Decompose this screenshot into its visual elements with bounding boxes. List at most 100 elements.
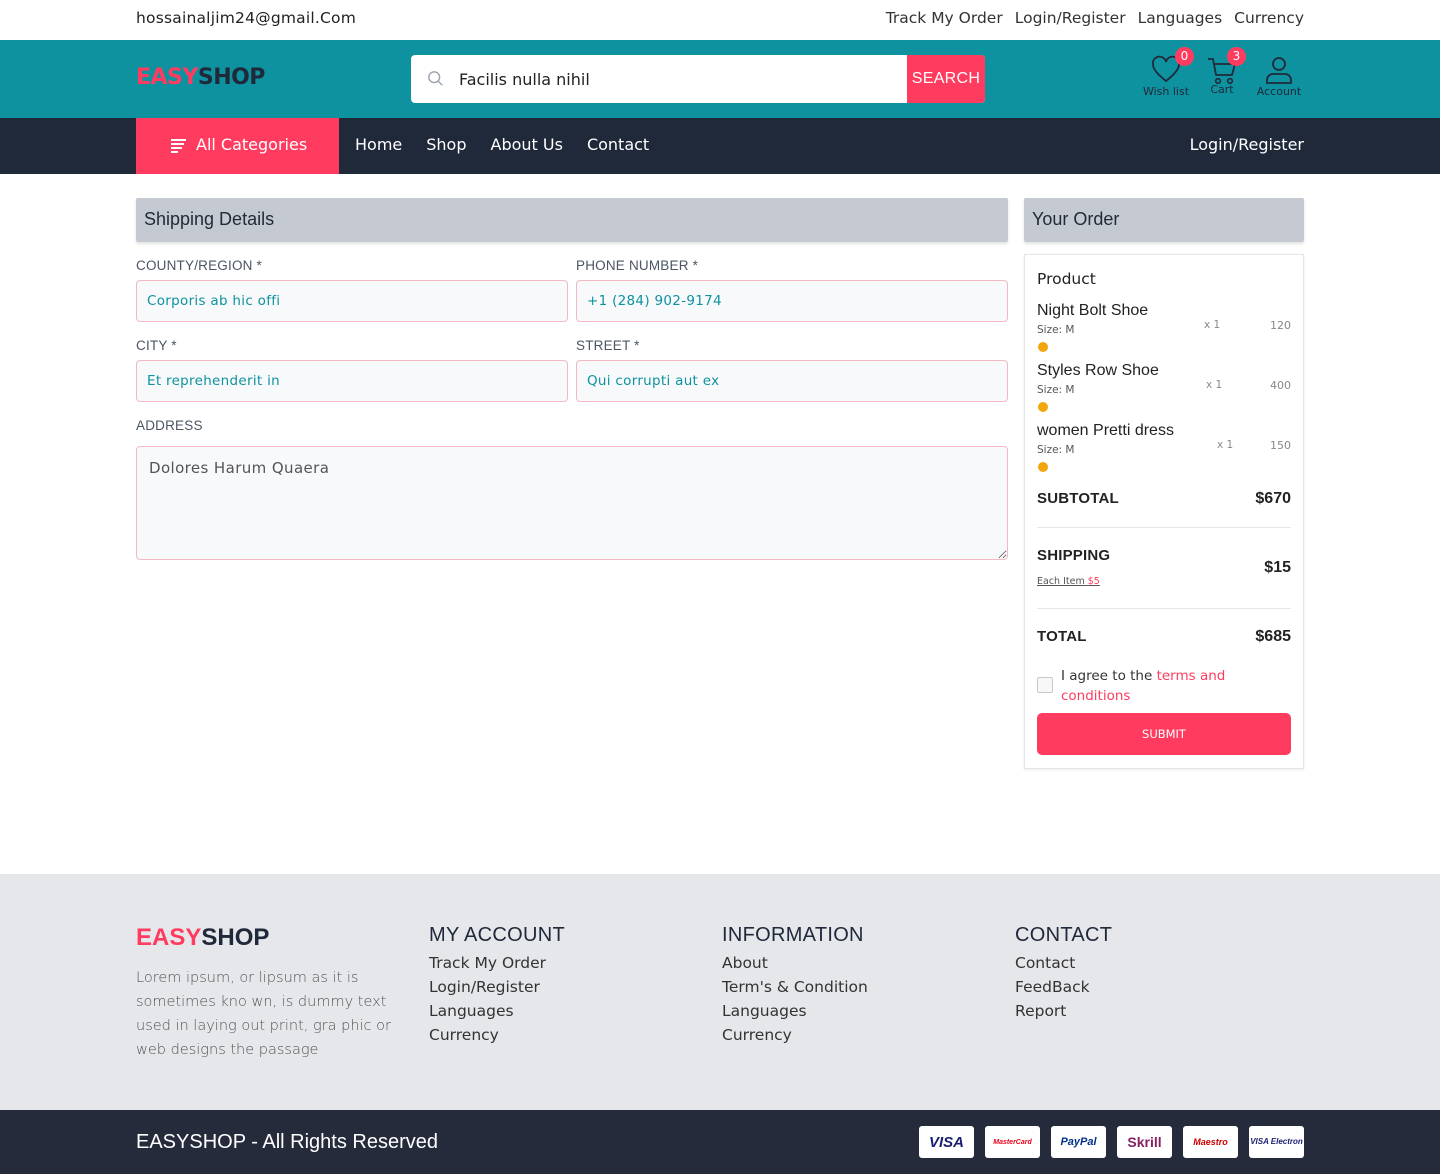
footer-col-information: INFORMATION About Term's & Condition Lan… bbox=[722, 924, 868, 1047]
shipping-label: SHIPPING bbox=[1037, 547, 1111, 564]
footer-link[interactable]: Contact bbox=[1015, 951, 1112, 975]
nav-login-register[interactable]: Login/Register bbox=[1190, 135, 1304, 154]
county-label: COUNTY/REGION * bbox=[136, 258, 263, 273]
search-bar: SEARCH bbox=[411, 55, 985, 103]
login-register-link[interactable]: Login/Register bbox=[1015, 9, 1126, 27]
cart-button[interactable]: Cart 3 bbox=[1203, 47, 1246, 100]
logo-easy: EASY bbox=[136, 65, 198, 90]
item-name: women Pretti dress bbox=[1037, 422, 1174, 439]
visa-card-icon: VISA bbox=[919, 1126, 974, 1158]
wishlist-label: Wish list bbox=[1142, 85, 1190, 98]
copyright-text: EASYSHOP - All Rights Reserved bbox=[136, 1131, 438, 1153]
item-qty: x 1 bbox=[1206, 379, 1223, 391]
main-header: EASYSHOP SEARCH Wish list 0 Cart 3 Accou… bbox=[0, 40, 1440, 118]
item-color-swatch bbox=[1038, 402, 1048, 412]
product-heading: Product bbox=[1037, 270, 1096, 288]
all-categories-button[interactable]: All Categories bbox=[136, 118, 339, 174]
submit-button[interactable]: SUBMIT bbox=[1037, 713, 1291, 755]
terms-checkbox[interactable] bbox=[1037, 677, 1053, 693]
subtotal-label: SUBTOTAL bbox=[1037, 490, 1119, 507]
nav-contact[interactable]: Contact bbox=[587, 135, 649, 154]
footer-link[interactable]: About bbox=[722, 951, 868, 975]
address-textarea[interactable]: Dolores Harum Quaera bbox=[136, 446, 1008, 560]
street-input[interactable] bbox=[576, 360, 1008, 402]
item-price: 150 bbox=[1270, 439, 1291, 452]
search-icon bbox=[428, 71, 443, 86]
item-price: 400 bbox=[1270, 379, 1291, 392]
footer-logo[interactable]: EASYSHOP bbox=[136, 924, 269, 952]
footer-link[interactable]: Term's & Condition bbox=[722, 975, 868, 999]
visa-electron-icon: VISA Electron bbox=[1249, 1126, 1304, 1158]
footer-link[interactable]: Report bbox=[1015, 999, 1112, 1023]
city-input[interactable] bbox=[136, 360, 568, 402]
phone-input[interactable] bbox=[576, 280, 1008, 322]
languages-link[interactable]: Languages bbox=[1138, 9, 1223, 27]
item-name: Night Bolt Shoe bbox=[1037, 302, 1149, 319]
footer-col-title: INFORMATION bbox=[722, 924, 864, 946]
county-input[interactable] bbox=[136, 280, 568, 322]
footer-col-title: CONTACT bbox=[1015, 924, 1113, 946]
maestro-icon: Maestro bbox=[1183, 1126, 1238, 1158]
logo-shop: SHOP bbox=[197, 65, 266, 90]
item-color-swatch bbox=[1038, 462, 1048, 472]
shipping-note: Each Item $5 bbox=[1037, 576, 1100, 587]
site-logo[interactable]: EASYSHOP bbox=[136, 65, 265, 90]
search-input[interactable] bbox=[459, 55, 907, 103]
footer-logo-easy: EASY bbox=[136, 924, 202, 951]
order-summary: Product Night Bolt Shoe Size: M x 1 120 … bbox=[1024, 254, 1304, 769]
nav-menu: Home Shop About Us Contact bbox=[355, 135, 649, 154]
terms-text: I agree to the terms and conditions bbox=[1061, 666, 1281, 706]
city-label: CITY * bbox=[136, 338, 177, 353]
all-categories-label: All Categories bbox=[196, 135, 308, 154]
nav-shop[interactable]: Shop bbox=[426, 135, 466, 154]
shipping-details-heading: Shipping Details bbox=[136, 198, 1008, 242]
total-label: TOTAL bbox=[1037, 628, 1087, 645]
account-button[interactable]: Account bbox=[1252, 55, 1306, 98]
order-item: women Pretti dress Size: M x 1 150 bbox=[1037, 422, 1291, 478]
item-size: Size: M bbox=[1037, 384, 1075, 396]
footer-link[interactable]: Languages bbox=[722, 999, 868, 1023]
subtotal-value: $670 bbox=[1255, 490, 1291, 507]
menu-icon bbox=[171, 139, 186, 153]
agree-text: I agree to the bbox=[1061, 668, 1157, 684]
skrill-icon: Skrill bbox=[1117, 1126, 1172, 1158]
nav-about-us[interactable]: About Us bbox=[491, 135, 563, 154]
currency-link[interactable]: Currency bbox=[1234, 9, 1304, 27]
shipping-value: $15 bbox=[1264, 559, 1291, 576]
search-button[interactable]: SEARCH bbox=[907, 55, 985, 103]
user-icon bbox=[1266, 57, 1292, 84]
shipping-note-text: Each Item bbox=[1037, 576, 1085, 587]
nav-home[interactable]: Home bbox=[355, 135, 402, 154]
shipping-note-price: $5 bbox=[1087, 576, 1100, 587]
street-label: STREET * bbox=[576, 338, 640, 353]
cart-count-badge: 3 bbox=[1227, 47, 1246, 66]
total-value: $685 bbox=[1255, 628, 1291, 645]
footer-link[interactable]: Currency bbox=[429, 1023, 565, 1047]
wishlist-button[interactable]: Wish list 0 bbox=[1140, 47, 1194, 98]
order-item: Night Bolt Shoe Size: M x 1 120 bbox=[1037, 302, 1291, 358]
wishlist-count-badge: 0 bbox=[1175, 47, 1194, 66]
footer-description: Lorem ipsum, or lipsum as it is sometime… bbox=[136, 970, 391, 1058]
footer-logo-shop: SHOP bbox=[201, 924, 270, 951]
footer-link[interactable]: Languages bbox=[429, 999, 565, 1023]
contact-email: hossainaljim24@gmail.Com bbox=[136, 9, 357, 27]
item-qty: x 1 bbox=[1204, 319, 1221, 331]
item-size: Size: M bbox=[1037, 324, 1075, 336]
paypal-icon: PayPal bbox=[1051, 1126, 1106, 1158]
item-name: Styles Row Shoe bbox=[1037, 362, 1159, 379]
footer-col-contact: CONTACT Contact FeedBack Report bbox=[1015, 924, 1112, 1023]
footer-link[interactable]: FeedBack bbox=[1015, 975, 1112, 999]
footer-link[interactable]: Currency bbox=[722, 1023, 868, 1047]
track-order-link[interactable]: Track My Order bbox=[886, 9, 1003, 27]
item-color-swatch bbox=[1038, 342, 1048, 352]
order-item: Styles Row Shoe Size: M x 1 400 bbox=[1037, 362, 1291, 418]
phone-label: PHONE NUMBER * bbox=[576, 258, 699, 273]
divider bbox=[1037, 608, 1291, 609]
top-links: Track My Order Login/Register Languages … bbox=[886, 9, 1304, 27]
main-nav: All Categories Home Shop About Us Contac… bbox=[0, 118, 1440, 174]
item-qty: x 1 bbox=[1217, 439, 1234, 451]
footer-link[interactable]: Login/Register bbox=[429, 975, 565, 999]
footer-link[interactable]: Track My Order bbox=[429, 951, 565, 975]
footer-col-my-account: MY ACCOUNT Track My Order Login/Register… bbox=[429, 924, 565, 1047]
top-bar: hossainaljim24@gmail.Com Track My Order … bbox=[0, 0, 1440, 40]
